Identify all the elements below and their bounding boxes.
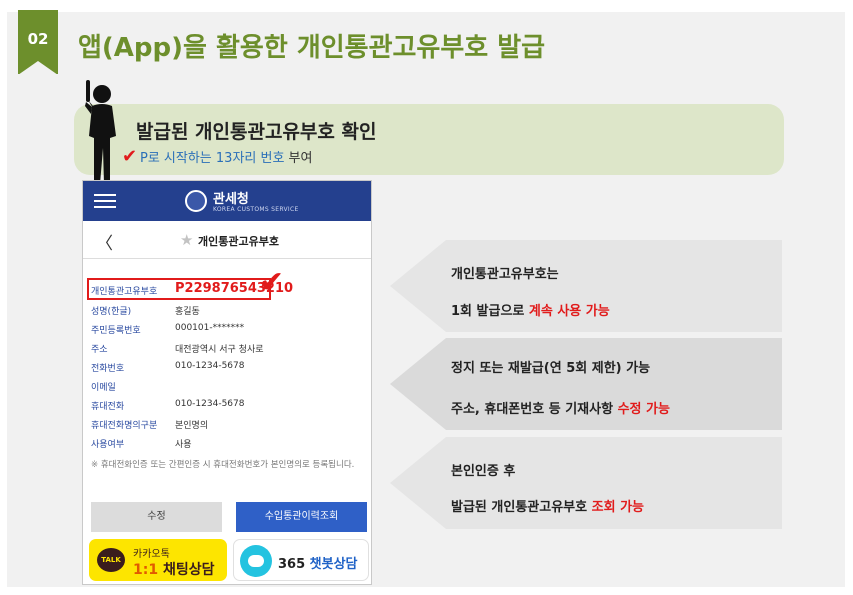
info-row-customs-code: 개인통관고유부호 P229876543210 ✔ xyxy=(87,265,365,301)
info-row: 주소 대전광역시 서구 청사로 xyxy=(91,339,365,358)
panel-2-highlight: 수정 가능 xyxy=(617,402,670,417)
customs-logo-icon xyxy=(185,190,207,212)
panel-1-line-1: 개인통관고유부호는 xyxy=(451,267,559,282)
row-value: 대전광역시 서구 청사로 xyxy=(175,345,264,355)
panel-1-line-2: 1회 발급으로 계속 사용 가능 xyxy=(451,300,610,319)
section-number-flag: 02 xyxy=(18,10,58,75)
banner-title: 발급된 개인통관고유부호 확인 xyxy=(136,121,377,143)
page-title: 앱(App)을 활용한 개인통관고유부호 발급 xyxy=(78,33,546,63)
info-row: 휴대전화명의구분 본인명의 xyxy=(91,415,365,434)
chatbot-number: 365 xyxy=(278,557,306,572)
chatbot-text: 챗봇상담 xyxy=(305,557,358,572)
row-label: 사용여부 xyxy=(91,440,125,450)
info-row: 휴대전화 010-1234-5678 xyxy=(91,396,365,415)
panel-2-plain: 주소, 휴대폰번호 등 기재사항 xyxy=(451,402,618,417)
panel-2-line-1: 정지 또는 재발급(연 5회 제한) 가능 xyxy=(451,361,651,376)
kakao-number: 1:1 xyxy=(133,562,159,578)
check-icon: ✔ xyxy=(122,146,138,167)
kakao-label: 1:1 채팅상담 xyxy=(133,559,215,579)
star-icon[interactable]: ★ xyxy=(180,231,193,249)
banner-subtitle-tail: 부여 xyxy=(284,151,313,166)
info-row: 이메일 xyxy=(91,377,365,396)
check-icon: ✔ xyxy=(259,265,285,300)
row-label: 휴대전화 xyxy=(91,402,125,412)
note-text: ※ 휴대전화인증 또는 간편인증 시 휴대전화번호가 본인명의로 등록됩니다. xyxy=(91,460,355,470)
info-row: 성명(한글) 홍길동 xyxy=(91,301,365,320)
row-label: 성명(한글) xyxy=(91,307,132,317)
app-page-title: 개인통관고유부호 xyxy=(198,235,279,248)
app-nav-bar: 〈 ★ 개인통관고유부호 xyxy=(83,221,371,259)
section-number: 02 xyxy=(27,30,49,48)
app-title: 관세청 xyxy=(213,192,249,207)
info-row: 주민등록번호 000101-******* xyxy=(91,320,365,339)
row-label: 주민등록번호 xyxy=(91,326,141,336)
panel-2-line-2: 주소, 휴대폰번호 등 기재사항 수정 가능 xyxy=(451,398,670,417)
panel-3-line-1: 본인인증 후 xyxy=(451,464,516,479)
row-label: 전화번호 xyxy=(91,364,125,374)
edit-button[interactable]: 수정 xyxy=(91,502,222,532)
info-panel-3 xyxy=(390,437,782,529)
banner-subtitle: P로 시작하는 13자리 번호 부여 xyxy=(140,147,312,166)
note-body: 휴대전화인증 또는 간편인증 시 휴대전화번호가 본인명의로 등록됩니다. xyxy=(100,460,355,470)
kakao-label-top: 카카오톡 xyxy=(133,549,170,560)
person-silhouette-icon xyxy=(85,80,116,184)
kakao-text: 채팅상담 xyxy=(158,562,215,578)
row-value: 010-1234-5678 xyxy=(175,399,245,409)
chatbot-button[interactable]: 365 챗봇상담 xyxy=(233,539,369,581)
kakao-chat-button[interactable]: TALK 카카오톡 1:1 채팅상담 xyxy=(89,539,227,581)
row-value: 본인명의 xyxy=(175,421,209,431)
panel-1-highlight: 계속 사용 가능 xyxy=(528,304,610,319)
row-label: 이메일 xyxy=(91,383,116,393)
row-value: 홍길동 xyxy=(175,307,200,317)
banner-subtitle-highlight: P로 시작하는 13자리 번호 xyxy=(140,151,285,166)
panel-3-highlight: 조회 가능 xyxy=(591,500,644,515)
info-row: 전화번호 010-1234-5678 xyxy=(91,358,365,377)
chatbot-icon xyxy=(240,545,272,577)
app-subtitle: KOREA CUSTOMS SERVICE xyxy=(213,206,299,213)
row-label: 개인통관고유부호 xyxy=(91,287,158,297)
panel-3-plain: 발급된 개인통관고유부호 xyxy=(451,500,592,515)
import-history-button[interactable]: 수입통관이력조회 xyxy=(236,502,367,532)
chatbot-label: 365 챗봇상담 xyxy=(278,553,358,572)
back-chevron-icon[interactable]: 〈 xyxy=(96,229,113,254)
info-row: 사용여부 사용 xyxy=(91,434,365,453)
app-header: 관세청 KOREA CUSTOMS SERVICE xyxy=(83,181,371,221)
row-value: 사용 xyxy=(175,440,192,450)
panel-1-plain: 1회 발급으로 xyxy=(451,304,529,319)
row-value: 000101-******* xyxy=(175,323,245,333)
row-label: 휴대전화명의구분 xyxy=(91,421,158,431)
menu-icon[interactable] xyxy=(94,194,116,209)
kakao-talk-icon: TALK xyxy=(97,548,125,572)
info-list: 개인통관고유부호 P229876543210 ✔ 성명(한글) 홍길동 주민등록번… xyxy=(87,265,365,453)
phone-screenshot: 관세청 KOREA CUSTOMS SERVICE 〈 ★ 개인통관고유부호 개… xyxy=(82,180,372,585)
row-value: 010-1234-5678 xyxy=(175,361,245,371)
panel-3-line-2: 발급된 개인통관고유부호 조회 가능 xyxy=(451,496,644,515)
row-label: 주소 xyxy=(91,345,108,355)
